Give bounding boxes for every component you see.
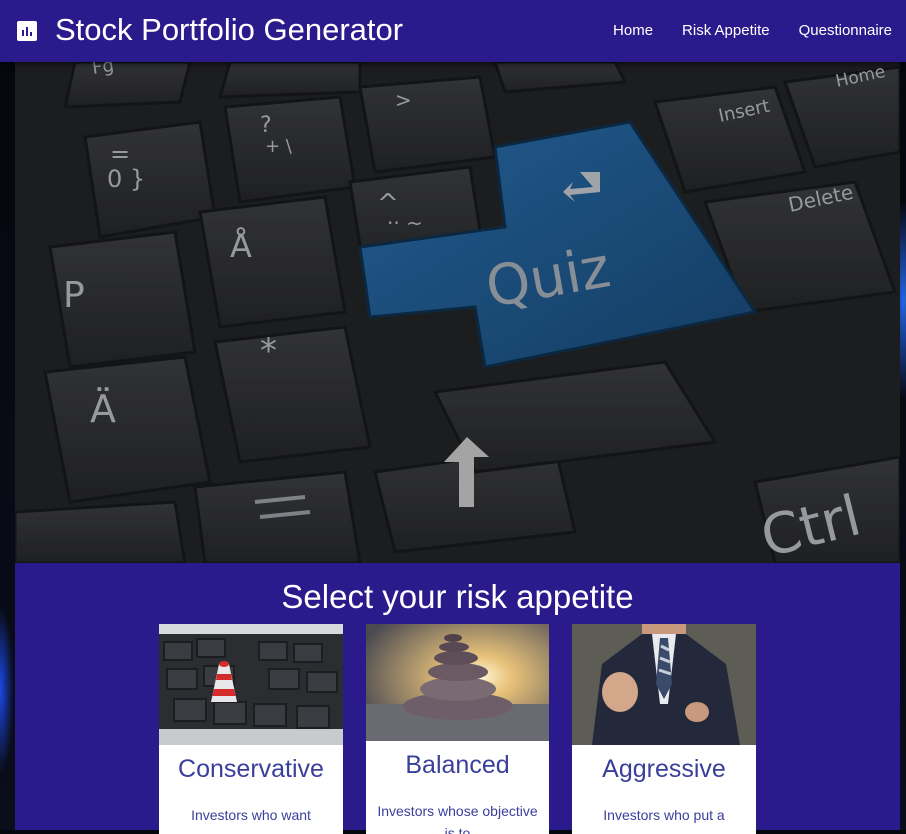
card-conservative[interactable]: Conservative Investors who want: [159, 624, 343, 834]
card-aggressive[interactable]: Aggressive Investors who put a: [572, 624, 756, 834]
nav-home-link[interactable]: Home: [613, 22, 653, 39]
balanced-image: [366, 624, 549, 741]
card-description: Investors whose objective is to: [377, 803, 538, 834]
card-title: Balanced: [405, 751, 510, 779]
card-balanced[interactable]: Balanced Investors whose objective is to: [366, 624, 549, 834]
nav-questionnaire-link[interactable]: Questionnaire: [799, 22, 892, 39]
brand-title[interactable]: Stock Portfolio Generator: [55, 12, 403, 48]
card-description: Investors who put a: [603, 807, 725, 823]
nav-risk-appetite-link[interactable]: Risk Appetite: [682, 22, 770, 39]
bar-chart-icon[interactable]: [17, 21, 37, 41]
aggressive-image: [572, 624, 756, 745]
keyboard-illustration: Fg ? + \ = 0 } > P Å ^ ·· ~ Quiz Insert …: [15, 62, 900, 563]
conservative-image: [159, 624, 343, 745]
card-description: Investors who want: [191, 807, 311, 823]
section-title: Select your risk appetite: [281, 578, 634, 615]
hero-image-keyboard-quiz: Fg ? + \ = 0 } > P Å ^ ·· ~ Quiz Insert …: [15, 62, 900, 563]
navbar: Stock Portfolio Generator Home Risk Appe…: [0, 0, 906, 62]
card-title: Conservative: [178, 755, 324, 783]
nav-links: Home Risk Appetite Questionnaire: [613, 22, 892, 39]
risk-appetite-section: Select your risk appetite Conservative I…: [15, 563, 900, 834]
card-title: Aggressive: [602, 755, 726, 783]
